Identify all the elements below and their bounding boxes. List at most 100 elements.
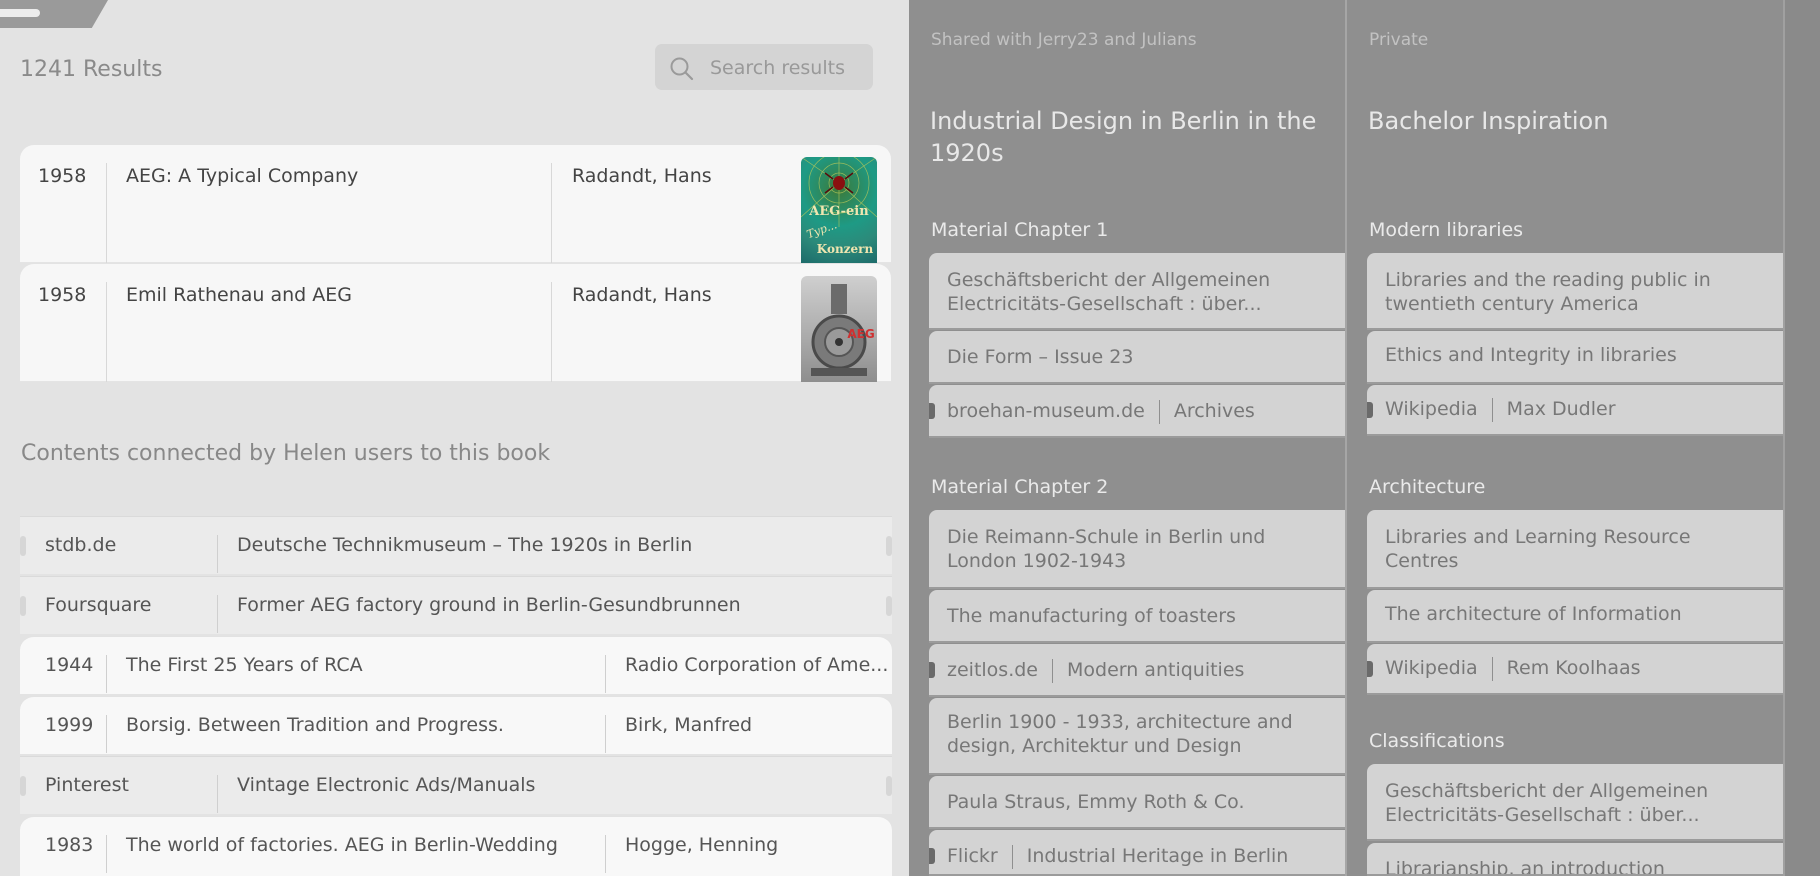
web-item-name: Former AEG factory ground in Berlin-Gesu… <box>237 594 741 616</box>
link-source: Flickr <box>947 845 998 867</box>
link-card[interactable]: broehan-museum.de Archives <box>929 385 1345 438</box>
divider <box>551 163 552 263</box>
book-row[interactable]: 1958 Emil Rathenau and AEG Radandt, Hans… <box>20 264 891 382</box>
drag-nub[interactable] <box>20 596 26 616</box>
book-title: The First 25 Years of RCA <box>126 654 363 676</box>
connected-book-row[interactable]: 1983 The world of factories. AEG in Berl… <box>20 816 892 876</box>
card-text: Librarianship, an introduction <box>1385 858 1665 876</box>
material-card[interactable]: Geschäftsbericht der Allgemeinen Electri… <box>929 253 1345 330</box>
connected-book-row[interactable]: 1944 The First 25 Years of RCA Radio Cor… <box>20 636 892 694</box>
web-item-name: Vintage Electronic Ads/Manuals <box>237 774 536 796</box>
book-title: Borsig. Between Tradition and Progress. <box>126 714 504 736</box>
grip-icon <box>0 9 40 17</box>
divider <box>605 835 606 873</box>
link-title: Max Dudler <box>1506 398 1616 420</box>
card-text: Berlin 1900 - 1933, architecture and des… <box>947 711 1293 757</box>
link-title: Archives <box>1173 400 1255 422</box>
material-card[interactable]: Berlin 1900 - 1933, architecture and des… <box>929 698 1345 775</box>
connected-web-row[interactable]: Pinterest Vintage Electronic Ads/Manuals <box>20 756 892 814</box>
book-author: Hogge, Henning <box>625 834 779 856</box>
panel-drag-handle[interactable] <box>0 0 108 28</box>
divider <box>1051 658 1053 683</box>
material-card[interactable]: Librarianship, an introduction <box>1367 843 1783 876</box>
card-text: The manufacturing of toasters <box>947 605 1236 627</box>
material-card[interactable]: Ethics and Integrity in libraries <box>1367 331 1783 384</box>
search-input[interactable]: Search results <box>655 44 873 90</box>
book-cover-image[interactable]: AEG <box>801 276 877 382</box>
material-card[interactable]: Die Form – Issue 23 <box>929 331 1345 384</box>
drag-nub[interactable] <box>1367 402 1373 418</box>
link-card[interactable]: Wikipedia Rem Koolhaas <box>1367 644 1783 695</box>
drag-nub[interactable] <box>929 403 935 419</box>
drag-nub[interactable] <box>886 596 892 616</box>
card-text: Geschäftsbericht der Allgemeinen Electri… <box>947 269 1271 315</box>
machine-cover-icon: AEG <box>811 284 875 376</box>
divider <box>551 282 552 382</box>
material-card[interactable]: Die Reimann-Schule in Berlin und London … <box>929 510 1345 589</box>
drag-nub[interactable] <box>20 776 26 796</box>
divider <box>1491 397 1493 422</box>
link-title: Modern antiquities <box>1066 659 1245 681</box>
link-card[interactable]: zeitlos.de Modern antiquities <box>929 644 1345 697</box>
connected-web-row[interactable]: Foursquare Former AEG factory ground in … <box>20 576 892 634</box>
drag-nub[interactable] <box>886 776 892 796</box>
link-card[interactable]: Flickr Industrial Heritage in Berlin <box>929 830 1345 876</box>
divider <box>106 163 107 263</box>
link-title: Industrial Heritage in Berlin <box>1026 845 1289 867</box>
collection-column-shared: Shared with Jerry23 and Julians Industri… <box>909 0 1345 876</box>
divider <box>605 655 606 693</box>
collection-title: Industrial Design in Berlin in the 1920s <box>930 107 1317 167</box>
divider <box>106 655 107 693</box>
connected-contents-heading: Contents connected by Helen users to thi… <box>21 441 551 466</box>
collection-title: Bachelor Inspiration <box>1368 107 1609 135</box>
divider <box>106 715 107 753</box>
spider-web-cover-icon: AEG-ein Typ... Konzern <box>801 157 877 256</box>
collection-column-private: Private Bachelor Inspiration Modern libr… <box>1345 0 1783 876</box>
material-card[interactable]: The architecture of Information <box>1367 590 1783 643</box>
divider <box>217 595 218 633</box>
link-card[interactable]: Wikipedia Max Dudler <box>1367 385 1783 436</box>
divider <box>1491 656 1493 681</box>
book-author: Radandt, Hans <box>572 284 712 306</box>
svg-text:AEG: AEG <box>847 327 874 341</box>
connected-web-row[interactable]: stdb.de Deutsche Technikmuseum – The 192… <box>20 516 892 574</box>
material-card[interactable]: Libraries and Learning Resource Centres <box>1367 510 1783 589</box>
material-card[interactable]: Paula Straus, Emmy Roth & Co. <box>929 776 1345 829</box>
web-source: Foursquare <box>45 594 152 616</box>
connected-book-row[interactable]: 1999 Borsig. Between Tradition and Progr… <box>20 696 892 754</box>
drag-nub[interactable] <box>20 536 26 556</box>
collection-column-edge[interactable] <box>1783 0 1820 876</box>
book-title: Emil Rathenau and AEG <box>126 284 352 306</box>
divider <box>217 535 218 573</box>
link-source: broehan-museum.de <box>947 400 1145 422</box>
book-author: Radandt, Hans <box>572 165 712 187</box>
link-source: Wikipedia <box>1385 657 1478 679</box>
sharing-label: Shared with Jerry23 and Julians <box>931 30 1197 50</box>
book-row[interactable]: 1958 AEG: A Typical Company Radandt, Han… <box>20 145 891 263</box>
card-text: Ethics and Integrity in libraries <box>1385 344 1677 366</box>
results-count: 1241 Results <box>20 57 163 82</box>
search-placeholder: Search results <box>710 57 845 79</box>
material-card[interactable]: Libraries and the reading public in twen… <box>1367 253 1783 330</box>
card-text: Die Form – Issue 23 <box>947 346 1134 368</box>
divider <box>106 282 107 382</box>
divider <box>1011 844 1013 869</box>
drag-nub[interactable] <box>886 536 892 556</box>
link-source: zeitlos.de <box>947 659 1038 681</box>
book-year: 1958 <box>38 165 87 187</box>
book-author: Birk, Manfred <box>625 714 753 736</box>
section-title: Modern libraries <box>1369 219 1524 241</box>
drag-nub[interactable] <box>929 848 935 864</box>
book-title: AEG: A Typical Company <box>126 165 359 187</box>
drag-nub[interactable] <box>1367 661 1373 677</box>
link-title: Rem Koolhaas <box>1506 657 1641 679</box>
book-cover-image[interactable]: AEG-ein Typ... Konzern <box>801 157 877 263</box>
divider <box>1158 399 1160 424</box>
material-card[interactable]: The manufacturing of toasters <box>929 590 1345 643</box>
privacy-label: Private <box>1369 30 1429 50</box>
book-year: 1958 <box>38 284 87 306</box>
svg-text:AEG-ein: AEG-ein <box>808 204 869 219</box>
drag-nub[interactable] <box>929 662 935 678</box>
material-card[interactable]: Geschäftsbericht der Allgemeinen Electri… <box>1367 764 1783 841</box>
card-text: Geschäftsbericht der Allgemeinen Electri… <box>1385 780 1709 826</box>
